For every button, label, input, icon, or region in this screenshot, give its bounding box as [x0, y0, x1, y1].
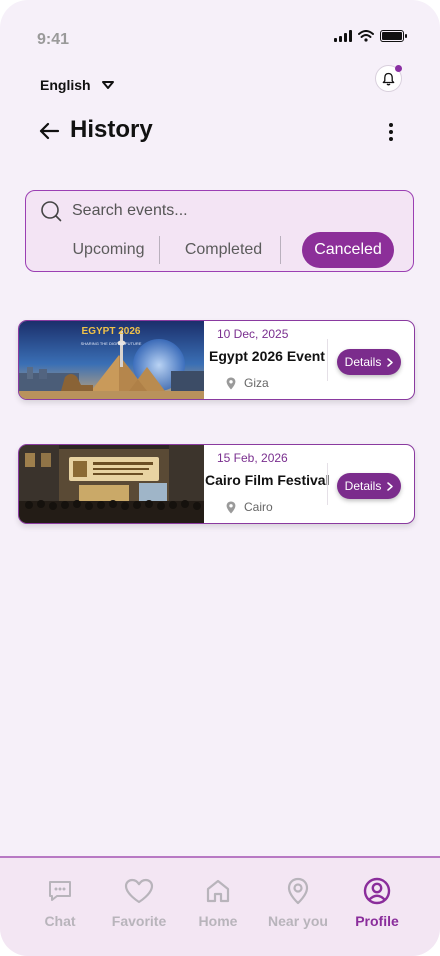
event-location: Giza — [226, 376, 269, 390]
wifi-icon — [358, 30, 374, 42]
language-selector[interactable]: English — [40, 77, 115, 93]
chevron-right-icon — [387, 481, 394, 491]
event-location-label: Cairo — [244, 500, 273, 514]
event-image-title: EGYPT 2026 — [82, 326, 141, 337]
location-pin-icon — [226, 377, 236, 389]
event-location-label: Giza — [244, 376, 269, 390]
nav-label: Profile — [355, 913, 399, 929]
details-button[interactable]: Details — [337, 349, 401, 375]
event-card[interactable]: 15 Feb, 2026 Cairo Film Festival Cairo D… — [18, 444, 415, 524]
status-time: 9:41 — [37, 31, 70, 48]
tab-separator — [280, 236, 281, 264]
details-button[interactable]: Details — [337, 473, 401, 499]
chevron-right-icon — [387, 357, 394, 367]
nav-profile[interactable]: Profile — [333, 858, 421, 956]
tab-upcoming[interactable]: Upcoming — [56, 232, 161, 268]
home-icon — [203, 876, 233, 906]
nav-favorite[interactable]: Favorite — [95, 858, 183, 956]
notification-button[interactable] — [375, 65, 402, 92]
tab-canceled[interactable]: Canceled — [302, 232, 394, 268]
location-pin-icon — [226, 501, 236, 513]
page-title: History — [70, 116, 153, 143]
arrow-left-icon — [39, 122, 60, 140]
event-image-subtitle: SHARING THE DIGITAL FUTURE — [81, 341, 142, 346]
event-date: 15 Feb, 2026 — [217, 451, 288, 465]
language-label: English — [40, 77, 91, 93]
details-label: Details — [344, 355, 382, 369]
nav-label: Near you — [268, 913, 328, 929]
search-input[interactable]: Search events... — [40, 200, 188, 222]
search-icon — [41, 201, 62, 222]
back-button[interactable] — [36, 118, 62, 144]
bottom-nav: Chat Favorite Home Near you Profile — [0, 856, 440, 956]
more-dot — [389, 137, 393, 141]
event-title: Egypt 2026 Event — [209, 348, 325, 364]
card-divider — [327, 339, 328, 381]
event-image: EGYPT 2026 SHARING THE DIGITAL FUTURE — [19, 321, 204, 399]
event-card[interactable]: EGYPT 2026 SHARING THE DIGITAL FUTURE 10… — [18, 320, 415, 400]
notification-dot — [395, 65, 402, 72]
profile-icon — [362, 876, 392, 906]
heart-icon — [124, 876, 154, 906]
status-bar: 9:41 — [0, 0, 440, 70]
event-date: 10 Dec, 2025 — [217, 327, 289, 341]
search-filter-panel: Search events... Upcoming Completed Canc… — [25, 190, 414, 272]
more-dot — [389, 130, 393, 134]
nav-chat[interactable]: Chat — [16, 858, 104, 956]
nav-label: Chat — [44, 913, 76, 929]
signal-icon — [334, 30, 352, 42]
nav-near-you[interactable]: Near you — [254, 858, 342, 956]
tab-separator — [159, 236, 160, 264]
search-placeholder: Search events... — [72, 202, 188, 219]
nav-home[interactable]: Home — [174, 858, 262, 956]
chevron-down-icon — [101, 81, 114, 89]
details-label: Details — [344, 479, 382, 493]
battery-icon — [380, 30, 407, 42]
more-options-button[interactable] — [380, 120, 402, 144]
chat-icon — [45, 876, 75, 906]
status-tabs: Upcoming Completed Canceled — [26, 232, 413, 268]
nav-label: Favorite — [111, 913, 167, 929]
location-pin-icon — [283, 876, 313, 906]
status-icons — [334, 30, 407, 42]
tab-completed[interactable]: Completed — [171, 232, 276, 268]
bell-icon — [382, 72, 395, 85]
card-divider — [327, 463, 328, 505]
more-dot — [389, 123, 393, 127]
nav-label: Home — [198, 913, 238, 929]
event-image — [19, 445, 204, 523]
event-title: Cairo Film Festival — [205, 472, 330, 488]
event-location: Cairo — [226, 500, 273, 514]
phone-screen: 9:41 English History Search events... Up… — [0, 0, 440, 956]
